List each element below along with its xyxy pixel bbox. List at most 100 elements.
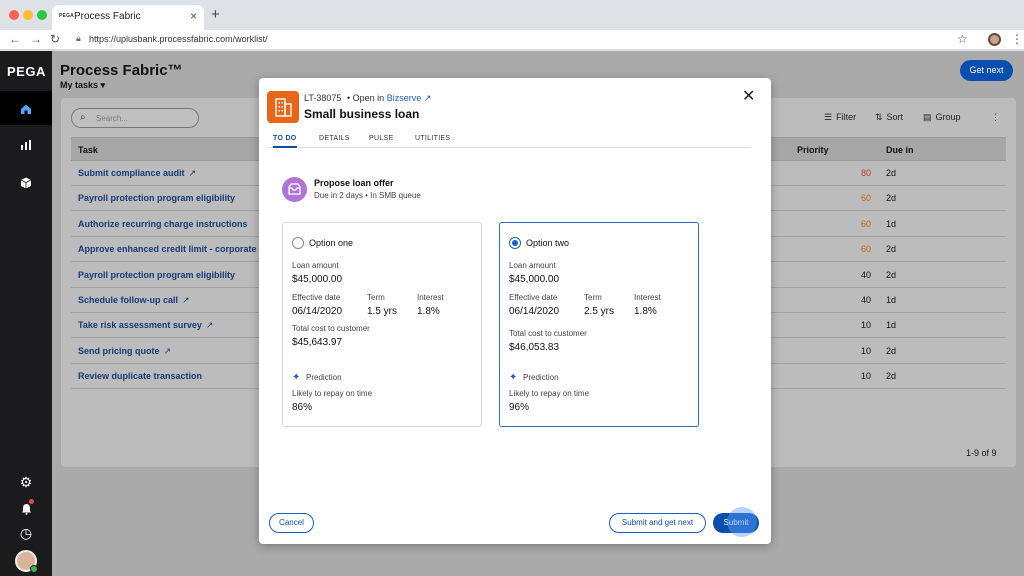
task-link[interactable]: Approve enhanced credit limit - corporat… [78, 244, 265, 254]
likely-label: Likely to repay on time [292, 389, 373, 398]
new-tab-icon[interactable]: + [211, 6, 220, 23]
external-link-icon[interactable]: ↗ [424, 93, 432, 103]
url-field[interactable]: 🔒︎ https://uplusbank.processfabric.com/w… [68, 32, 968, 48]
group-label: Group [935, 112, 961, 122]
task-name: Payroll protection program eligibility [78, 269, 236, 280]
priority-value: 10 [860, 371, 871, 382]
column-task[interactable]: Task [78, 145, 98, 155]
minimize-window-button[interactable] [23, 10, 33, 20]
notification-dot [29, 499, 34, 504]
loan-amount-label: Loan amount [509, 261, 556, 270]
task-link[interactable]: Schedule follow-up call ↗ [78, 295, 190, 306]
external-link-icon[interactable]: ↗ [189, 168, 197, 178]
column-due[interactable]: Due in [886, 145, 914, 155]
url-text: https://uplusbank.processfabric.com/work… [89, 34, 268, 44]
due-value: 2d [886, 244, 897, 255]
forward-arrow-icon[interactable]: → [30, 32, 42, 46]
search-input[interactable]: ⌕ Search... [71, 108, 199, 128]
task-link[interactable]: Review duplicate transaction [78, 371, 202, 381]
task-name: Schedule follow-up call [78, 295, 179, 305]
column-priority[interactable]: Priority [797, 145, 829, 155]
close-icon[interactable]: ✕ [742, 86, 755, 106]
pagination-text: 1-9 of 9 [966, 448, 997, 458]
open-in-text: • Open in Bizserve ↗ [347, 93, 431, 104]
loan-amount-label: Loan amount [292, 261, 339, 270]
task-name: Review duplicate transaction [78, 371, 203, 382]
tab-favicon: PEGA [59, 13, 74, 19]
task-name: Send pricing quote [78, 345, 160, 356]
reload-icon[interactable]: ↻ [50, 32, 60, 46]
priority-value: 10 [860, 320, 871, 331]
group-button[interactable]: ▤ Group [923, 112, 961, 123]
browser-menu-icon[interactable]: ⋮ [1011, 32, 1023, 46]
task-link[interactable]: Submit compliance audit ↗ [78, 168, 196, 179]
due-value: 1d [886, 218, 897, 229]
close-window-button[interactable] [9, 10, 19, 20]
total-cost-value: $46,053.83 [509, 342, 560, 353]
due-value: 2d [886, 371, 897, 382]
more-options-icon[interactable]: ⋮ [991, 112, 1000, 123]
tab-details[interactable]: DETAILS [319, 135, 350, 142]
external-link-icon[interactable]: ↗ [164, 346, 172, 356]
back-arrow-icon[interactable]: ← [9, 32, 21, 46]
tab-title: Process Fabric [74, 11, 141, 22]
cube-icon[interactable] [0, 165, 52, 199]
due-value: 2d [886, 168, 897, 178]
chart-icon[interactable] [0, 127, 52, 161]
bookmark-star-icon[interactable]: ☆ [957, 32, 968, 46]
effective-date-value: 06/14/2020 [292, 306, 343, 317]
filter-button[interactable]: ☰ Filter [824, 112, 856, 123]
maximize-window-button[interactable] [37, 10, 47, 20]
task-link[interactable]: Take risk assessment survey ↗ [78, 320, 213, 331]
browser-profile-avatar[interactable] [988, 33, 1001, 46]
tab-close-icon[interactable]: × [190, 9, 197, 23]
modal-tabs: TO DO DETAILS PULSE UTILITIES [267, 134, 751, 148]
cancel-button[interactable]: Cancel [269, 513, 314, 533]
due-value: 2d [886, 269, 897, 280]
option-name: Option one [309, 238, 354, 248]
task-link[interactable]: Payroll protection program eligibility [78, 193, 235, 203]
external-link-icon[interactable]: ↗ [182, 295, 190, 305]
sort-icon: ⇅ [875, 112, 883, 122]
user-avatar[interactable] [15, 550, 38, 573]
sort-label: Sort [886, 112, 904, 122]
option-two-card[interactable]: Option two Loan amount $45,000.00 Effect… [499, 222, 699, 427]
task-link[interactable]: Authorize recurring charge instructions [78, 219, 248, 229]
term-label: Term [367, 293, 385, 302]
option-two-radio[interactable] [509, 237, 521, 249]
tab-to-do[interactable]: TO DO [273, 135, 297, 148]
tab-pulse[interactable]: PULSE [369, 135, 393, 142]
home-icon[interactable] [0, 91, 52, 125]
browser-tab-bar: PEGA Process Fabric × + [0, 0, 1024, 30]
sort-button[interactable]: ⇅ Sort [875, 112, 903, 123]
filter-icon: ☰ [824, 112, 833, 122]
browser-tab[interactable]: PEGA Process Fabric × [52, 5, 204, 30]
task-link[interactable]: Send pricing quote ↗ [78, 346, 171, 357]
open-in-app-link[interactable]: Bizserve [387, 93, 422, 103]
prediction-label: Prediction [306, 373, 342, 382]
total-cost-value: $45,643.97 [292, 337, 343, 348]
view-label: My tasks [60, 80, 99, 90]
priority-value: 10 [860, 345, 871, 356]
option-one-radio[interactable] [292, 237, 304, 249]
app-title: Process Fabric™ [60, 62, 183, 79]
lock-icon: 🔒︎ [76, 33, 81, 43]
address-bar: ← → ↻ 🔒︎ https://uplusbank.processfabric… [0, 30, 1024, 50]
priority-value: 80 [860, 168, 871, 178]
task-name: Take risk assessment survey [78, 320, 202, 331]
tab-utilities[interactable]: UTILITIES [415, 135, 450, 142]
interest-value: 1.8% [634, 306, 657, 317]
term-value: 2.5 yrs [584, 306, 615, 317]
view-selector[interactable]: My tasks ▾ [60, 80, 105, 91]
task-link[interactable]: Payroll protection program eligibility [78, 270, 235, 280]
case-modal: LT-38075 • Open in Bizserve ↗ Small busi… [259, 78, 771, 544]
get-next-button[interactable]: Get next [960, 60, 1013, 81]
repay-value: 96% [509, 402, 530, 413]
due-value: 2d [886, 345, 897, 356]
term-value: 1.5 yrs [367, 306, 398, 317]
submit-and-get-next-button[interactable]: Submit and get next [609, 513, 706, 533]
clock-icon[interactable]: ◷ [0, 516, 52, 550]
external-link-icon[interactable]: ↗ [206, 320, 214, 330]
sparkle-icon: ✦ [292, 372, 301, 383]
option-one-card[interactable]: Option one Loan amount $45,000.00 Effect… [282, 222, 482, 427]
